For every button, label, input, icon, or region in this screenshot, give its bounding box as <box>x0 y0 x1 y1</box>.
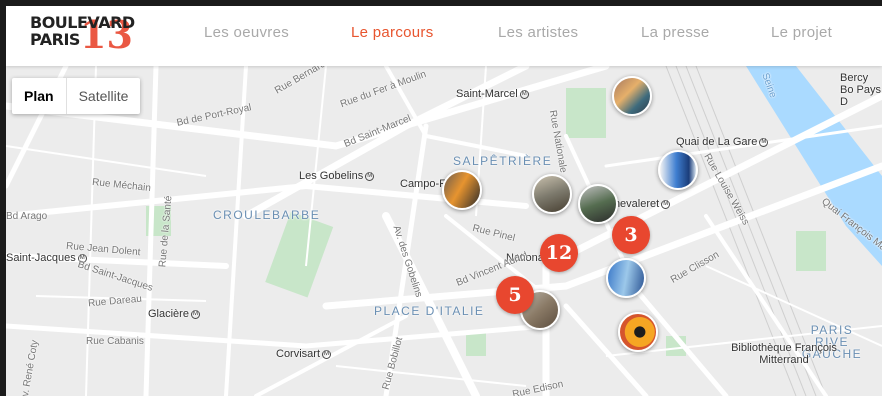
site-header: 13 BOULEVARD PARIS Les oeuvres Le parcou… <box>6 6 882 66</box>
page-frame: 13 BOULEVARD PARIS Les oeuvres Le parcou… <box>6 6 882 396</box>
metro-icon: M <box>759 137 769 147</box>
nav-le-parcours[interactable]: Le parcours <box>351 24 434 41</box>
station-label: Campo-F <box>400 178 446 190</box>
district-label: PLACE D'ITALIE <box>374 304 485 318</box>
station-label: Bibliothèque François Mitterrand <box>731 342 837 366</box>
main-nav: Les oeuvres Le parcours Les artistes La … <box>176 6 876 66</box>
park-square-rene-le-gall <box>265 211 334 298</box>
station-label: Les Gobelins M <box>299 170 375 182</box>
district-label: CROULEBARBE <box>213 208 321 222</box>
station-label: Saint-Jacques M <box>6 252 87 264</box>
artwork-marker[interactable] <box>606 258 646 298</box>
park-jardin-plantes <box>566 88 606 138</box>
station-label: Quai de La Gare M <box>676 136 769 148</box>
cluster-marker[interactable]: 5 <box>496 276 534 314</box>
site-logo[interactable]: 13 BOULEVARD PARIS <box>30 13 145 59</box>
metro-icon: M <box>322 349 332 359</box>
artwork-marker[interactable] <box>658 150 698 190</box>
station-label: Bercy Bo Pays D <box>840 72 881 108</box>
metro-icon: M <box>365 171 375 181</box>
nav-les-oeuvres[interactable]: Les oeuvres <box>204 24 289 41</box>
metro-icon: M <box>190 309 200 319</box>
nav-la-presse[interactable]: La presse <box>641 24 710 41</box>
metro-icon: M <box>661 199 671 209</box>
cluster-marker[interactable]: 3 <box>612 216 650 254</box>
street-label: Rue Cabanis <box>86 336 144 347</box>
artwork-marker[interactable] <box>612 76 652 116</box>
nav-le-projet[interactable]: Le projet <box>771 24 832 41</box>
logo-line-2: PARIS <box>30 30 80 49</box>
metro-icon: M <box>519 89 529 99</box>
district-label: SALPÊTRIÈRE <box>453 154 553 168</box>
nav-les-artistes[interactable]: Les artistes <box>498 24 578 41</box>
map-type-satellite-button[interactable]: Satellite <box>67 78 141 114</box>
map-type-plan-button[interactable]: Plan <box>12 78 66 114</box>
station-label: Corvisart M <box>276 348 332 360</box>
station-label: Glacière M <box>148 308 200 320</box>
artwork-marker[interactable] <box>532 174 572 214</box>
street-label: Bd Arago <box>6 211 48 222</box>
station-label: Saint-Marcel M <box>456 88 529 100</box>
park-area <box>796 231 826 271</box>
map-canvas[interactable]: Plan Satellite SALPÊTRIÈRE CROULEBARBE P… <box>6 59 882 396</box>
map-type-control: Plan Satellite <box>12 78 141 114</box>
cluster-marker[interactable]: 12 <box>540 234 578 272</box>
artwork-marker[interactable] <box>618 312 658 352</box>
artwork-marker[interactable] <box>442 170 482 210</box>
artwork-marker[interactable] <box>578 184 618 224</box>
